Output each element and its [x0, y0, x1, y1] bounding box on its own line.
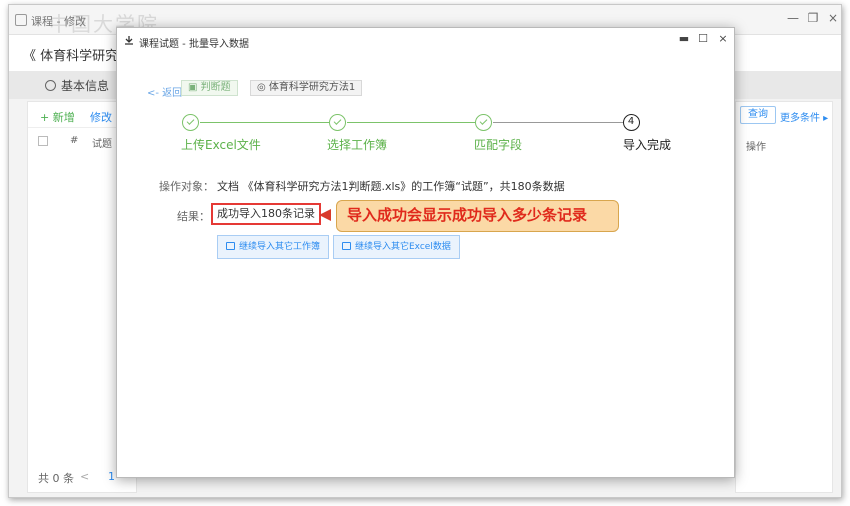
check-icon: [186, 117, 195, 125]
step-3-indicator: [475, 114, 492, 131]
check-icon: [333, 117, 342, 125]
result-value: 成功导入180条记录: [211, 203, 321, 225]
continue-excel-label: 继续导入其它Excel数据: [355, 242, 451, 252]
target-value: 文档 《体育科学研究方法1判断题.xls》的工作簿“试题”，共180条数据: [217, 180, 565, 193]
basic-info-label: 基本信息: [61, 79, 110, 93]
more-filter-link[interactable]: 更多条件 ▸: [780, 109, 828, 124]
course-title: 《 体育科学研究方: [23, 49, 132, 64]
step-4-indicator: 4: [623, 114, 640, 131]
add-button[interactable]: + 新增: [40, 109, 75, 125]
course-tag-label: 体育科学研究方法1: [268, 82, 356, 93]
result-label: 结果：: [177, 210, 210, 223]
select-all-checkbox[interactable]: [38, 136, 48, 146]
import-dialog: 课程试题 - 批量导入数据 ▬ ☐ × <- 返回 ▣ 判断题 ◎ 体育科学研究…: [116, 27, 735, 478]
column-ops: 操作: [746, 142, 766, 153]
app-logo-icon: [15, 14, 27, 26]
search-button[interactable]: 查询: [740, 106, 776, 124]
callout-arrow-icon: [319, 209, 331, 221]
step-4-label: 导入完成: [623, 138, 672, 152]
question-type-tag: ▣ 判断题: [181, 80, 238, 96]
page-1-button[interactable]: 1: [108, 470, 115, 483]
check-icon: [479, 117, 488, 125]
app-title: 课程 - 修改: [31, 15, 86, 28]
basic-info-tab[interactable]: 基本信息: [45, 77, 109, 94]
back-link[interactable]: <- 返回: [147, 84, 182, 99]
dialog-title: 课程试题 - 批量导入数据: [139, 39, 249, 50]
restore-button[interactable]: ❐: [805, 11, 821, 25]
close-button[interactable]: ×: [825, 11, 841, 25]
column-question: 试题: [92, 139, 112, 150]
dialog-titlebar: 课程试题 - 批量导入数据 ▬ ☐ ×: [117, 28, 734, 54]
dialog-close-button[interactable]: ×: [715, 32, 731, 45]
dialog-minimize-button[interactable]: ▬: [676, 32, 692, 45]
step-connector: [493, 122, 623, 123]
step-4-number: 4: [627, 116, 635, 127]
edit-button[interactable]: 修改: [90, 109, 112, 125]
step-connector: [347, 122, 475, 123]
gear-icon: [45, 80, 56, 91]
column-index: #: [70, 135, 79, 146]
import-excel-icon: [342, 242, 351, 250]
import-sheet-icon: [226, 242, 235, 250]
total-count: 共 0 条: [38, 472, 74, 485]
annotation-callout: 导入成功会显示成功导入多少条记录: [336, 200, 619, 232]
import-icon: [125, 36, 133, 45]
target-label: 操作对象：: [159, 180, 214, 193]
step-3-label: 匹配字段: [474, 138, 523, 152]
step-2-indicator: [329, 114, 346, 131]
step-1-label: 上传Excel文件: [181, 138, 261, 152]
minimize-button[interactable]: —: [785, 11, 801, 25]
step-connector: [200, 122, 329, 123]
question-type-label: 判断题: [200, 82, 231, 93]
course-tag: ◎ 体育科学研究方法1: [250, 80, 363, 96]
back-label: 返回: [162, 88, 183, 99]
continue-sheet-label: 继续导入其它工作簿: [239, 242, 321, 252]
dialog-maximize-button[interactable]: ☐: [695, 32, 711, 45]
step-2-label: 选择工作簿: [327, 138, 388, 152]
prev-page-button[interactable]: <: [80, 470, 89, 483]
continue-sheet-button[interactable]: 继续导入其它工作簿: [217, 235, 330, 259]
continue-excel-button[interactable]: 继续导入其它Excel数据: [333, 235, 460, 259]
step-1-indicator: [182, 114, 199, 131]
filter-panel: 查询 更多条件 ▸ 操作: [735, 101, 833, 493]
